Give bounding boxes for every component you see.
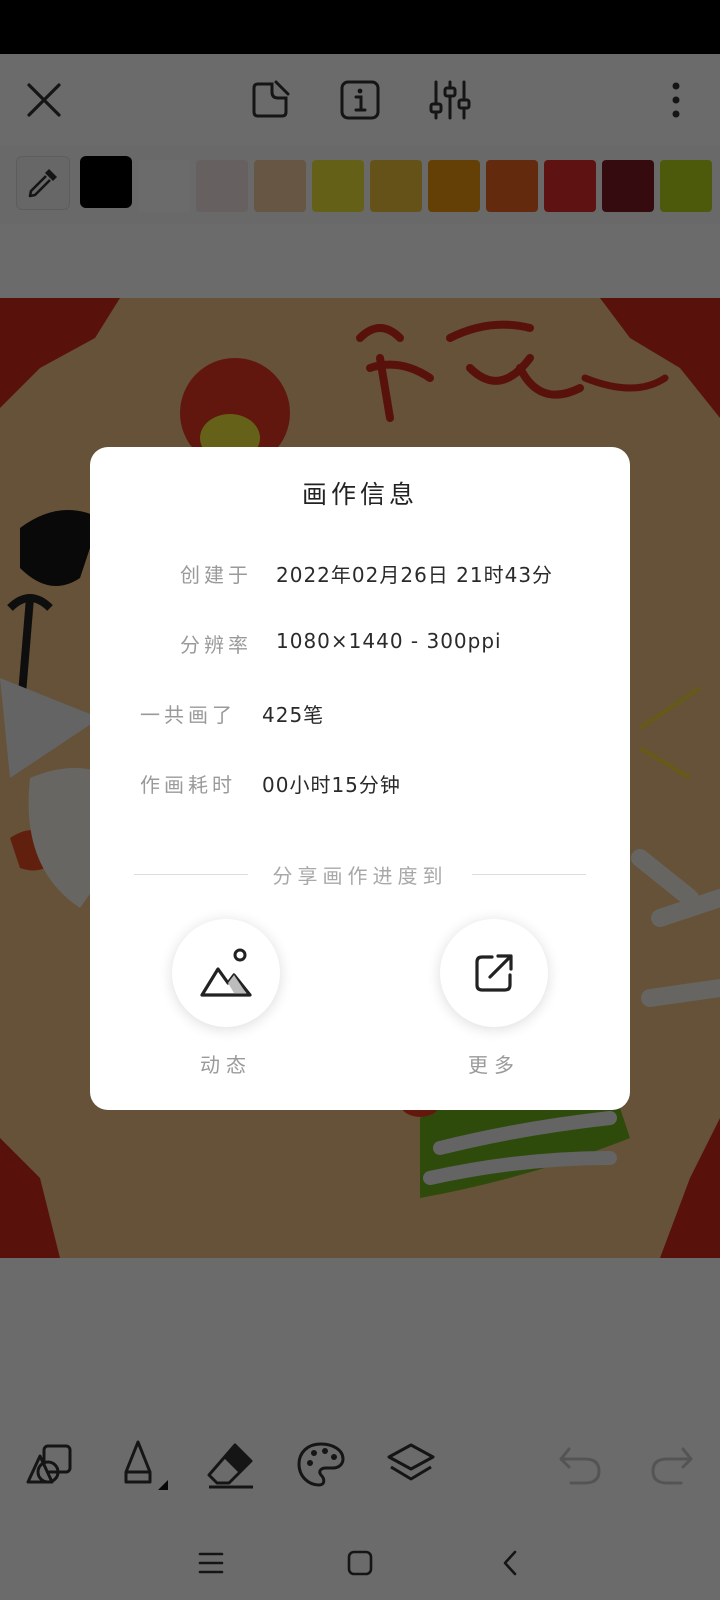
time-value: 00小时15分钟	[262, 773, 401, 797]
dialog-title: 画作信息	[301, 480, 418, 509]
artwork-info-dialog: 画作信息 创建于 2022年02月26日 21时43分 分辨率 1080×144…	[90, 447, 630, 1110]
share-more-label: 更多	[468, 1053, 520, 1077]
status-bar	[0, 0, 720, 54]
created-row: 创建于 2022年02月26日 21时43分	[90, 559, 630, 599]
external-link-icon	[475, 954, 513, 992]
share-more-button[interactable]	[440, 919, 548, 1027]
divider-right	[472, 874, 586, 875]
strokes-row: 一共画了 425笔	[90, 699, 630, 739]
resolution-value: 1080×1440 - 300ppi	[276, 629, 502, 653]
mountain-image-icon	[200, 948, 252, 997]
share-moments-label: 动态	[200, 1053, 252, 1077]
resolution-row: 分辨率 1080×1440 - 300ppi	[90, 629, 630, 669]
strokes-label: 一共画了	[140, 703, 236, 727]
share-moments-button[interactable]	[172, 919, 280, 1027]
resolution-label: 分辨率	[180, 633, 252, 657]
created-label: 创建于	[180, 563, 252, 587]
time-row: 作画耗时 00小时15分钟	[90, 769, 630, 809]
strokes-value: 425笔	[262, 703, 325, 727]
created-value: 2022年02月26日 21时43分	[276, 563, 554, 587]
time-label: 作画耗时	[140, 773, 236, 797]
